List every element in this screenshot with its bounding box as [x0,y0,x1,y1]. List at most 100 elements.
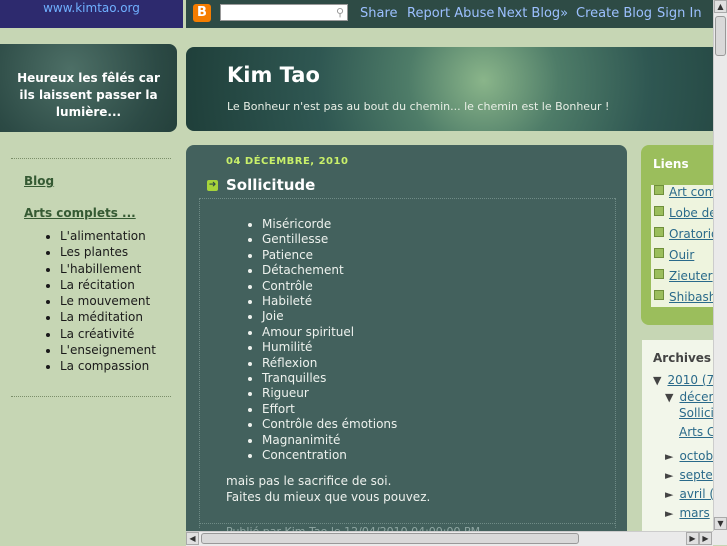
scroll-right-icon[interactable]: ▶ [686,532,699,545]
list-item: Joie [262,309,397,324]
list-item: La compassion [60,358,174,374]
post-text-line: Faites du mieux que vous pouvez. [226,490,431,504]
scroll-up-icon[interactable]: ▲ [714,0,727,13]
list-item: Détachement [262,263,397,278]
vertical-scrollbar[interactable]: ▲ ▼ [713,0,727,531]
nav-arts-link[interactable]: Arts complets ... [24,206,174,220]
search-icon[interactable]: ⚲ [336,6,344,19]
link-text[interactable]: Ouir [669,248,694,262]
list-item: Contrôle [262,279,397,294]
bullet-icon [654,248,664,258]
divider [199,523,615,524]
archive-year[interactable]: ▼ 2010 (7 [653,373,714,387]
horizontal-scroll-thumb[interactable] [201,533,579,544]
link-item[interactable]: Zieuter [654,269,713,283]
archive-year-link[interactable]: 2010 (7 [667,373,714,387]
post-title[interactable]: Sollicitude [226,176,315,194]
link-item[interactable]: Lobe de [654,206,717,220]
list-item: Humilité [262,340,397,355]
triangle-right-icon[interactable]: ► [665,469,673,482]
sign-in-link[interactable]: Sign In [657,6,702,21]
link-text[interactable]: Lobe de [669,206,717,220]
report-abuse-link[interactable]: Report Abuse [407,6,494,21]
list-item: L'habillement [60,261,174,277]
list-item: Miséricorde [262,217,397,232]
archive-month[interactable]: ► avril ( [665,487,714,501]
main-post-area: 04 DÉCEMBRE, 2010 ➜ Sollicitude Misérico… [186,145,627,545]
post-list: Miséricorde Gentillesse Patience Détache… [262,217,397,464]
list-item: L'enseignement [60,342,174,358]
list-item: Le mouvement [60,293,174,309]
blog-title[interactable]: Kim Tao [227,63,320,87]
link-item[interactable]: Oratorio [654,227,718,241]
vertical-scroll-thumb[interactable] [715,16,726,56]
left-nav: Blog Arts complets ... L'alimentation Le… [24,174,174,375]
archive-month-link[interactable]: octob [679,449,713,463]
blog-description: Le Bonheur n'est pas au bout du chemin..… [227,100,610,113]
site-url-link[interactable]: www.kimtao.org [43,1,140,15]
list-item: Contrôle des émotions [262,417,397,432]
list-item: Tranquilles [262,371,397,386]
blog-header: Kim Tao Le Bonheur n'est pas au bout du … [186,47,727,131]
scroll-left-icon[interactable]: ◀ [186,532,199,545]
triangle-down-icon[interactable]: ▼ [653,374,661,387]
post-date: 04 DÉCEMBRE, 2010 [226,156,349,167]
list-item: Effort [262,402,397,417]
list-item: Gentillesse [262,232,397,247]
scroll-right-end-icon[interactable]: ▶ [699,532,712,545]
horizontal-scrollbar[interactable]: ◀ ▶ ▶ [186,531,713,546]
list-item: L'alimentation [60,228,174,244]
list-item: La créativité [60,326,174,342]
next-blog-link[interactable]: Next Blog» [497,6,568,21]
link-item[interactable]: Ouir [654,248,694,262]
archive-month[interactable]: ▼ décer [665,390,713,404]
post-text: mais pas le sacrifice de soi. Faites du … [226,473,430,505]
link-text[interactable]: Oratorio [669,227,718,241]
archive-month[interactable]: ► mars [665,506,710,520]
create-blog-link[interactable]: Create Blog [576,6,652,21]
archive-month-link[interactable]: mars [679,506,709,520]
scroll-down-icon[interactable]: ▼ [714,517,727,530]
list-item: Patience [262,248,397,263]
triangle-right-icon[interactable]: ► [665,450,673,463]
list-item: Magnanimité [262,433,397,448]
bullet-icon [654,185,664,195]
archive-post[interactable]: Arts C [679,425,715,439]
motto-text: Heureux les fêlés car ils laissent passe… [17,71,160,119]
blogger-logo-icon[interactable]: B [193,4,211,22]
nav-blog-link[interactable]: Blog [24,174,174,188]
list-item: Habileté [262,294,397,309]
list-item: Les plantes [60,244,174,260]
post-text-line: mais pas le sacrifice de soi. [226,474,392,488]
link-text[interactable]: Zieuter [669,269,713,283]
archive-month-link[interactable]: avril ( [679,487,714,501]
site-url-banner[interactable]: www.kimtao.org [0,0,183,28]
list-item: Amour spirituel [262,325,397,340]
list-item: Réflexion [262,356,397,371]
links-title: Liens [653,157,689,171]
list-item: La récitation [60,277,174,293]
blogger-navbar: B ⚲ Share Report Abuse Next Blog» Create… [186,0,713,28]
bullet-icon [654,290,664,300]
triangle-right-icon[interactable]: ► [665,488,673,501]
triangle-down-icon[interactable]: ▼ [665,391,673,404]
triangle-right-icon[interactable]: ► [665,507,673,520]
divider [11,396,171,397]
archive-month-link[interactable]: décer [679,390,713,404]
arts-list: L'alimentation Les plantes L'habillement… [24,228,174,375]
archive-month[interactable]: ► octob [665,449,713,463]
bullet-icon [654,206,664,216]
scrollbar-corner [713,531,727,545]
archive-month-link[interactable]: septe [679,468,712,482]
link-item[interactable]: Shibash [654,290,716,304]
list-item: Concentration [262,448,397,463]
share-link[interactable]: Share [360,6,398,21]
archive-post-link[interactable]: Arts C [679,425,715,439]
divider [615,198,616,528]
link-text[interactable]: Shibash [669,290,716,304]
motto-panel: Heureux les fêlés car ils laissent passe… [0,44,177,132]
list-item: La méditation [60,309,174,325]
search-input[interactable]: ⚲ [220,4,348,21]
archive-month[interactable]: ► septe [665,468,713,482]
divider [199,198,200,528]
